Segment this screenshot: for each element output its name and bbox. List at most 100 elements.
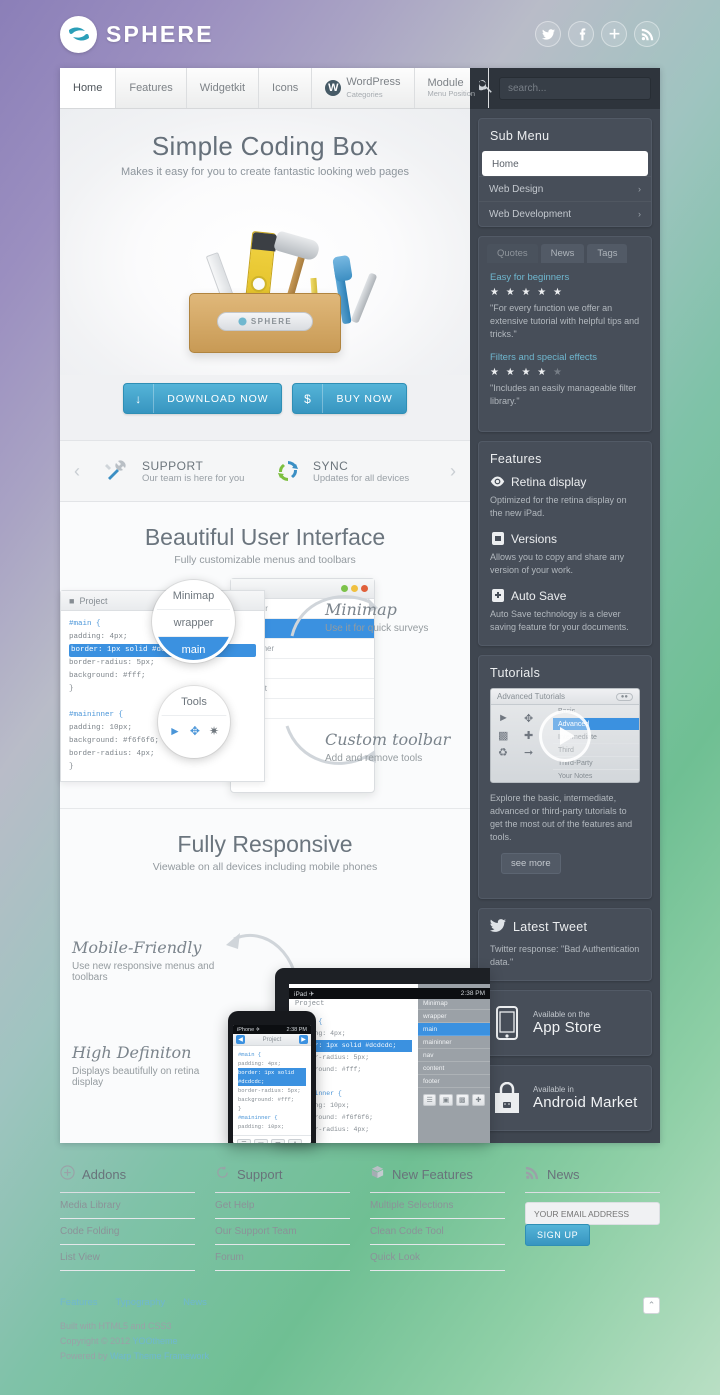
submenu-item-home[interactable]: Home — [482, 151, 648, 176]
nav-item-features[interactable]: Features — [116, 68, 187, 108]
footer-link[interactable]: Our Support Team — [215, 1219, 350, 1245]
tweet-text: Twitter response: "Bad Authentication da… — [490, 944, 640, 967]
hero-section: Simple Coding Box Makes it easy for you … — [60, 109, 470, 440]
androidmarket-badge[interactable]: Available in Android Market — [479, 1066, 651, 1130]
footer-link[interactable]: Forum — [215, 1245, 350, 1271]
feature-sync[interactable]: SYNC Updates for all devices — [265, 456, 436, 486]
nav-label: Icons — [272, 82, 299, 94]
iphone-project-label: Project — [262, 1036, 282, 1043]
play-button-icon[interactable] — [539, 709, 591, 762]
carousel-next-button[interactable]: › — [436, 461, 470, 482]
ipad-minimap-row: wrapper — [418, 1010, 490, 1023]
toolbox-plate: SPHERE — [217, 312, 313, 331]
signup-button[interactable]: SIGN UP — [525, 1224, 591, 1246]
androidmarket-module[interactable]: Available in Android Market — [478, 1065, 652, 1131]
submenu-item-web-development[interactable]: Web Development › — [479, 201, 651, 226]
dollar-icon: $ — [293, 384, 324, 413]
iphone-prev-icon[interactable]: ◀ — [236, 1035, 245, 1044]
iphone-tool-icon[interactable]: ☰ — [237, 1139, 251, 1143]
bottom-link-news[interactable]: News — [183, 1297, 207, 1308]
facebook-icon[interactable] — [568, 21, 594, 47]
iphone-tool-icon[interactable]: ▩ — [271, 1139, 285, 1143]
carousel-prev-button[interactable]: ‹ — [60, 461, 94, 482]
nav-sublabel: Categories — [346, 90, 383, 99]
buy-now-button[interactable]: $ BUY NOW — [292, 383, 407, 414]
footer-link[interactable]: Quick Look — [370, 1245, 505, 1271]
see-more-button[interactable]: see more — [501, 853, 561, 874]
ipad-tool-icon[interactable]: ☰ — [423, 1094, 437, 1106]
tab-tags[interactable]: Tags — [587, 244, 628, 263]
footer-column-addons: Addons Media Library Code Folding List V… — [60, 1165, 195, 1271]
sphere-mini-icon — [238, 317, 247, 326]
credit-prefix: Copyright © 2012 — [60, 1336, 133, 1346]
iphone-screen: iPhone ✈ 2:38 PM ◀ Project ▶ #main { pad… — [233, 1025, 311, 1143]
download-now-button[interactable]: ↓ DOWNLOAD NOW — [123, 383, 283, 414]
tab-news[interactable]: News — [540, 244, 585, 263]
footer-link[interactable]: Code Folding — [60, 1219, 195, 1245]
bottom-link-typography[interactable]: Typography — [116, 1297, 166, 1308]
footer-link[interactable]: Clean Code Tool — [370, 1219, 505, 1245]
tutorials-module: Tutorials Advanced Tutorials ●● ► ✥ ▩ ✚ … — [478, 655, 652, 899]
nav-item-icons[interactable]: Icons — [259, 68, 313, 108]
toolbox-case: SPHERE — [189, 293, 341, 353]
download-label: DOWNLOAD NOW — [167, 392, 269, 405]
footer-title: New Features — [392, 1166, 473, 1182]
magnifier-row: wrapper — [155, 610, 232, 637]
warp-link[interactable]: Warp Theme Framework — [110, 1351, 209, 1361]
block-text: Displays beautifully on retina display — [72, 1066, 200, 1088]
iphone-tool-icon[interactable]: ✚ — [288, 1139, 302, 1143]
yootheme-link[interactable]: YOOtheme — [133, 1336, 178, 1346]
footer-column-support: Support Get Help Our Support Team Forum — [215, 1165, 350, 1271]
footer-link[interactable]: Get Help — [215, 1193, 350, 1219]
code-line: #main { — [238, 1051, 262, 1058]
appstore-module[interactable]: Available on the App Store — [478, 990, 652, 1056]
tutorials-video[interactable]: Advanced Tutorials ●● ► ✥ ▩ ✚ ♻ ➞ Basic … — [490, 688, 640, 783]
credit-line-copyright: Copyright © 2012 YOOtheme — [60, 1334, 209, 1349]
bottom-link-features[interactable]: Features — [60, 1297, 98, 1308]
email-field[interactable] — [525, 1202, 660, 1225]
code-line: #maininner { — [69, 711, 124, 719]
logo[interactable]: SPHERE — [60, 15, 214, 53]
features-module: Features Retina display Optimized for th… — [478, 441, 652, 646]
footer-bottom: Features Typography News Built with HTML… — [60, 1297, 660, 1364]
section-fully-responsive: Fully Responsive Viewable on all devices… — [60, 809, 490, 1143]
tweet-title: Latest Tweet — [513, 920, 588, 934]
footer-link[interactable]: Multiple Selections — [370, 1193, 505, 1219]
tutorials-badge: ●● — [615, 692, 633, 701]
submenu-item-web-design[interactable]: Web Design › — [479, 176, 651, 201]
nav-item-home[interactable]: Home — [60, 68, 117, 108]
ipad-status-right: 2:38 PM — [460, 990, 485, 997]
iphone-tool-icon[interactable]: ▣ — [254, 1139, 268, 1143]
code-line: #main { — [69, 620, 101, 628]
quote-rating: ★ ★ ★ ★ ★ — [490, 367, 564, 378]
annotation-text: Use it for quick surveys — [325, 623, 429, 634]
feature-support[interactable]: SUPPORT Our team is here for you — [94, 456, 265, 486]
footer-link[interactable]: Media Library — [60, 1193, 195, 1219]
footer-link[interactable]: List View — [60, 1245, 195, 1271]
appstore-badge[interactable]: Available on the App Store — [479, 991, 651, 1055]
feature-desc: Allows you to copy and share any version… — [490, 552, 625, 575]
ipad-tool-icon[interactable]: ▩ — [455, 1094, 469, 1106]
nav-label: Features — [129, 82, 173, 94]
ipad-tool-icon[interactable]: ▣ — [439, 1094, 453, 1106]
rss-icon[interactable] — [634, 21, 660, 47]
nav-item-wordpress[interactable]: W WordPress Categories — [312, 68, 415, 108]
back-to-top-button[interactable]: ⌃ — [643, 1297, 660, 1314]
twitter-icon[interactable] — [535, 21, 561, 47]
feature-title: SUPPORT — [142, 458, 204, 473]
toolbox-illustration: SPHERE — [60, 180, 470, 375]
nav-item-widgetkit[interactable]: Widgetkit — [187, 68, 260, 108]
iphone-next-icon[interactable]: ▶ — [299, 1035, 308, 1044]
search-input[interactable] — [499, 77, 651, 100]
code-line: border-radius: 5px; — [69, 659, 155, 667]
iphone-navbar: ◀ Project ▶ — [233, 1034, 311, 1046]
ipad-minimap-row: content — [418, 1062, 490, 1075]
ipad-tool-icon[interactable]: ✚ — [471, 1094, 485, 1106]
code-line: } — [69, 685, 74, 693]
nav-item-module[interactable]: Module Menu Position — [415, 68, 490, 108]
iphone-mockup: iPhone ✈ 2:38 PM ◀ Project ▶ #main { pad… — [228, 1011, 316, 1143]
google-plus-icon[interactable] — [601, 21, 627, 47]
main-navigation: Home Features Widgetkit Icons W WordPres… — [60, 68, 490, 109]
iphone-status-left: iPhone ✈ — [237, 1026, 261, 1033]
tab-quotes[interactable]: Quotes — [487, 244, 538, 263]
